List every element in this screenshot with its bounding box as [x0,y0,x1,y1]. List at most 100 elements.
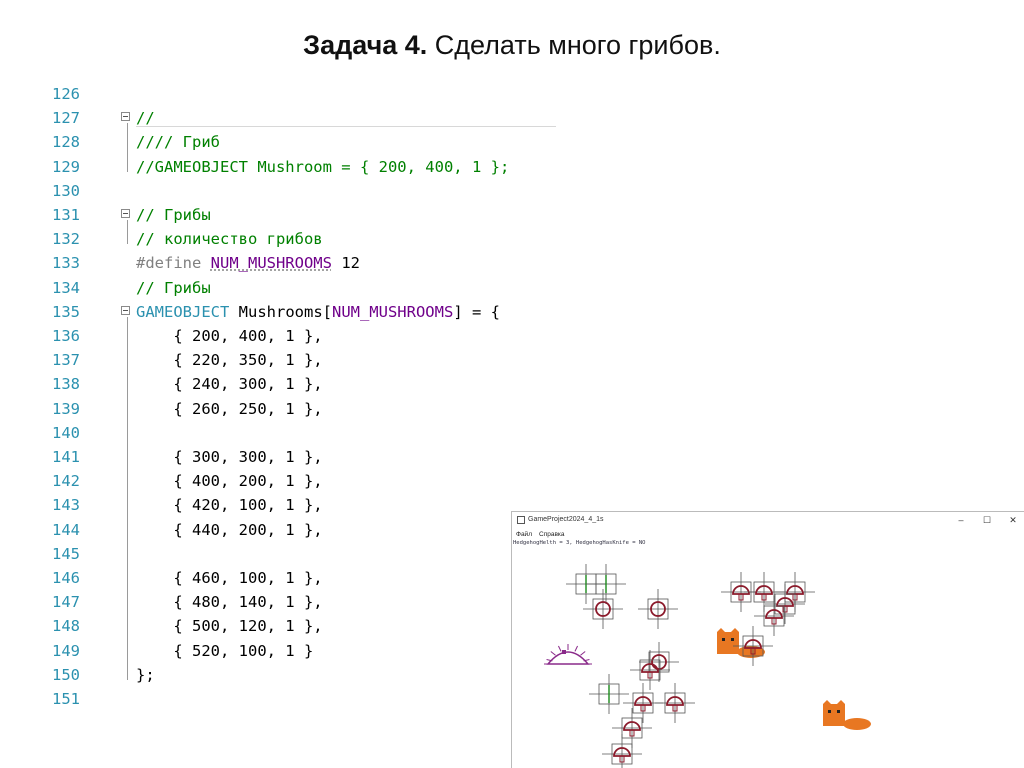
minimize-button[interactable]: – [954,512,968,528]
line-number: 150 [52,665,80,684]
line-number: 131 [52,206,80,224]
code-line: 128 //// Гриб [0,130,560,154]
code-line: 146 { 460, 100, 1 }, [0,566,560,590]
code-line: 126 [0,82,560,106]
line-number: 143 [52,496,80,515]
code-line: 147 { 480, 140, 1 }, [0,590,560,614]
line-number: 142 [52,472,80,491]
line-number: 151 [52,690,80,708]
line-number: 148 [52,617,80,636]
close-button[interactable]: ✕ [1006,512,1020,528]
line-number: 132 [52,230,80,249]
cat-eye [828,710,831,713]
line-number: 135 [52,302,80,321]
separator-line [136,126,556,128]
code-text: { 500, 120, 1 }, [136,614,323,638]
cat-tail [843,718,871,730]
menu-help[interactable]: Справка [539,529,565,540]
code-token: Mushrooms[ [229,302,332,321]
code-token: }; [136,665,155,684]
code-token: { 240, 300, 1 }, [136,375,323,394]
cat-eye [722,638,725,641]
line-number: 129 [52,157,80,176]
code-line: 143 { 420, 100, 1 }, [0,493,560,517]
line-number: 128 [52,133,80,152]
line-number: 126 [52,85,80,103]
code-token: { 440, 200, 1 }, [136,520,323,539]
hedgehog-spike [580,651,586,656]
line-number: 136 [52,327,80,345]
title-rest: Сделать много грибов. [427,30,721,60]
code-text: { 400, 200, 1 }, [136,469,323,493]
cat-ear [717,628,725,632]
line-number: 134 [52,278,80,297]
code-text: // количество грибов [136,227,323,251]
code-token: NUM_MUSHROOMS [331,302,454,321]
game-field [544,564,871,768]
window-title: GameProject2024_4_1s [528,516,604,523]
code-text: { 300, 300, 1 }, [136,445,323,469]
slide-title: Задача 4. Сделать много грибов. [0,30,1024,61]
code-token: #define [136,254,211,273]
code-token: { 220, 350, 1 }, [136,351,323,370]
line-number: 139 [52,399,80,418]
code-text: { 420, 100, 1 }, [136,493,322,517]
code-line: 129 //GAMEOBJECT Mushroom = { 200, 400, 1… [0,155,560,179]
line-number: 127 [52,109,80,128]
code-text: GAMEOBJECT Mushrooms[NUM_MUSHROOMS] = { [136,300,500,324]
code-line: 136 { 200, 400, 1 }, [0,324,560,348]
code-line: 138 { 240, 300, 1 }, [0,372,560,396]
code-line: 144 { 440, 200, 1 }, [0,518,560,542]
code-line: 141 { 300, 300, 1 }, [0,445,560,469]
code-token: // Грибы [136,278,211,297]
code-token: { 260, 250, 1 }, [136,399,323,418]
code-line: 130 [0,179,560,203]
line-number: 145 [52,544,80,563]
cat-icon [823,704,845,726]
code-line: 137 { 220, 350, 1 }, [0,348,560,372]
code-token: ] = { [453,302,500,321]
code-line: 132 // количество грибов [0,227,560,251]
hedgehog-spike [574,645,578,652]
code-token: { 500, 120, 1 }, [136,617,323,636]
cat-icon [717,632,739,654]
code-token: GAMEOBJECT [136,302,230,321]
code-token: //GAMEOBJECT Mushroom = { 200, 400, 1 }; [136,157,510,176]
line-number: 146 [52,569,80,587]
code-token: { 460, 100, 1 }, [136,569,323,587]
line-number: 140 [52,423,80,442]
cat-ear [731,628,739,632]
fold-toggle-icon[interactable] [121,209,130,218]
maximize-button[interactable]: ☐ [980,512,994,528]
line-number: 130 [52,181,80,200]
code-token: { 400, 200, 1 }, [136,472,323,491]
hedgehog-spike [550,651,556,656]
menu-file[interactable]: Файл [516,529,532,540]
code-token: { 200, 400, 1 }, [136,327,323,345]
window-titlebar[interactable]: GameProject2024_4_1s – ☐ ✕ [512,512,1024,528]
code-token: { 300, 300, 1 }, [136,448,323,466]
outline-guide [127,123,128,172]
code-text: { 460, 100, 1 }, [136,566,323,590]
code-text: #define NUM_MUSHROOMS 12 [136,251,360,275]
code-line: 142 { 400, 200, 1 }, [0,469,560,493]
code-text: }; [136,663,155,687]
cat-ear [823,700,831,704]
code-text: { 440, 200, 1 }, [136,518,323,542]
code-token: NUM_MUSHROOMS [210,254,332,273]
title-bold: Задача 4. [303,30,428,60]
outline-guide [127,316,128,680]
code-text: { 240, 300, 1 }, [136,372,323,396]
code-text: { 520, 100, 1 } [136,639,313,663]
line-number: 141 [52,448,80,466]
code-text: { 200, 400, 1 }, [136,324,323,348]
fold-toggle-icon[interactable] [121,112,130,122]
line-number: 133 [52,254,80,273]
line-number: 137 [52,351,80,370]
code-line: 133 #define NUM_MUSHROOMS 12 [0,251,560,275]
code-text: { 220, 350, 1 }, [136,348,323,372]
outline-guide [127,220,128,245]
code-line: 149 { 520, 100, 1 } [0,639,560,663]
fold-toggle-icon[interactable] [121,305,130,315]
code-line: 139 { 260, 250, 1 }, [0,397,560,421]
